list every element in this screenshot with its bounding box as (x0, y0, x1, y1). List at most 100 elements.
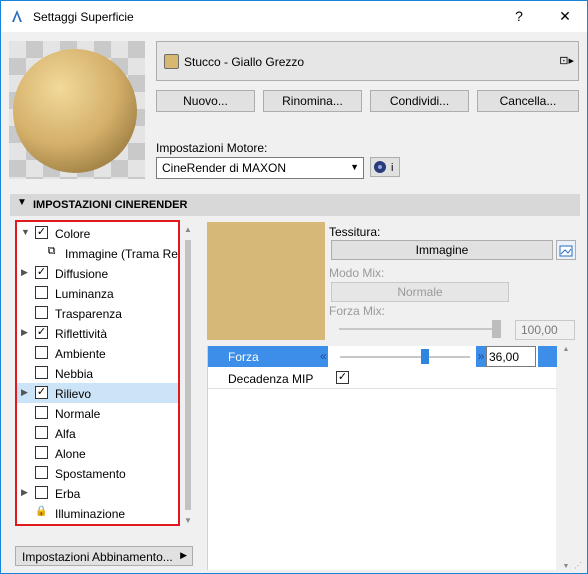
channel-row[interactable]: 🔒 Illuminazione (17, 503, 178, 523)
share-button[interactable]: Condividi... (370, 90, 469, 112)
channel-label: Riflettività (55, 327, 108, 341)
channel-row[interactable]: Alone (17, 443, 178, 463)
channel-row[interactable]: ▶ ✓ Rilievo (17, 383, 178, 403)
double-chevron-left-icon[interactable]: « (320, 349, 327, 363)
cinerender-settings-panel: ▼ ✓ Colore ⧉ Immagine (Trama Resa ▶ ✓ Diffusion… (10, 216, 580, 570)
channel-row[interactable]: ▼ ✓ Colore (17, 223, 178, 243)
window-title: Settaggi Superficie (33, 10, 134, 24)
rename-button[interactable]: Rinomina... (263, 90, 362, 112)
material-name-field[interactable]: Stucco - Giallo Grezzo ⊡▸ (156, 41, 579, 81)
channel-label: Illuminazione (55, 507, 126, 521)
chevron-right-icon[interactable]: ▶ (21, 267, 28, 278)
title-bar: Settaggi Superficie ? ✕ (1, 1, 587, 32)
channel-label: Rilievo (55, 387, 92, 401)
engine-value: CineRender di MAXON (162, 161, 287, 175)
channel-row[interactable]: Alfa (17, 423, 178, 443)
material-swatch (164, 54, 179, 69)
texture-browse-icon[interactable] (556, 240, 576, 260)
channel-row[interactable]: ▶ ✓ Diffusione (17, 263, 178, 283)
chevron-right-icon[interactable]: ▶ (21, 387, 28, 398)
section-header[interactable]: ▼ IMPOSTAZIONI CINERENDER (10, 194, 580, 216)
channel-row[interactable]: ⧉ Immagine (Trama Resa (17, 243, 178, 263)
channel-label: Luminanza (55, 287, 114, 301)
channel-label: Diffusione (55, 267, 109, 281)
new-button[interactable]: Nuovo... (156, 90, 255, 112)
channel-checkbox[interactable] (35, 346, 48, 359)
material-preview (9, 41, 145, 179)
forza-value-input[interactable]: 36,00 (486, 346, 536, 367)
help-button[interactable]: ? (501, 1, 537, 32)
channel-label: Alfa (55, 427, 76, 441)
channel-checkbox[interactable] (35, 286, 48, 299)
engine-label: Impostazioni Motore: (156, 141, 268, 155)
matching-settings-button[interactable]: Impostazioni Abbinamento... ▶ (15, 546, 193, 566)
chevron-right-icon[interactable]: ▶ (21, 327, 28, 338)
channel-label: Erba (55, 487, 81, 501)
param-row-mip[interactable]: Decadenza MIP ✓ (208, 368, 557, 389)
svg-text:i: i (391, 162, 393, 174)
channel-checkbox[interactable] (35, 306, 48, 319)
param-name-forza: Forza (208, 346, 328, 367)
forza-slider-track[interactable] (340, 356, 470, 358)
mix-strength-slider-track[interactable] (339, 328, 501, 330)
image-icon: ⧉ (47, 245, 56, 257)
channel-checkbox[interactable] (35, 446, 48, 459)
channel-checkbox[interactable]: ✓ (35, 266, 48, 279)
texture-label: Tessitura: (329, 225, 381, 239)
mix-mode-select[interactable]: Normale (331, 282, 509, 302)
scroll-down-icon[interactable]: ▼ (559, 563, 573, 570)
channel-checkbox[interactable] (35, 486, 48, 499)
delete-button[interactable]: Cancella... (477, 90, 579, 112)
scrollbar-thumb[interactable] (185, 240, 191, 510)
parameter-scrollbar[interactable]: ▲ ▼ (559, 346, 573, 570)
channel-row[interactable]: Trasparenza (17, 303, 178, 323)
channel-row[interactable]: Spostamento (17, 463, 178, 483)
texture-image-button[interactable]: Immagine (331, 240, 553, 260)
channel-checkbox[interactable] (35, 366, 48, 379)
engine-select[interactable]: CineRender di MAXON ▼ (156, 157, 364, 179)
chevron-right-icon[interactable]: ▶ (21, 487, 28, 498)
scroll-up-icon[interactable]: ▲ (559, 346, 573, 353)
channel-row[interactable]: Luminanza (17, 283, 178, 303)
mix-mode-label: Modo Mix: (329, 266, 385, 280)
channel-label: Nebbia (55, 367, 94, 381)
param-row-highlight (538, 346, 557, 367)
stucco-texture-image (207, 222, 325, 340)
forza-slider-thumb[interactable] (420, 349, 429, 364)
section-title: IMPOSTAZIONI CINERENDER (33, 199, 188, 211)
channel-checkbox[interactable]: ✓ (35, 226, 48, 239)
channel-row[interactable]: ▶ Erba (17, 483, 178, 503)
cinema4d-info-icon: i (374, 161, 393, 174)
channel-row[interactable]: Ambiente (17, 343, 178, 363)
mix-strength-value[interactable]: 100,00 (515, 320, 575, 340)
collapse-arrow-icon: ▼ (17, 197, 27, 208)
mix-strength-slider-thumb[interactable] (492, 320, 501, 338)
engine-info-button[interactable]: i (370, 157, 400, 177)
channel-row[interactable]: Normale (17, 403, 178, 423)
material-picker-icon[interactable]: ⊡▸ (559, 54, 574, 67)
channel-label: Immagine (Trama Resa (65, 247, 180, 261)
channel-checkbox[interactable] (35, 426, 48, 439)
channel-checkbox[interactable] (35, 466, 48, 479)
double-chevron-right-icon[interactable]: » (476, 346, 486, 367)
surface-settings-dialog: Settaggi Superficie ? ✕ Stucco - Giallo … (0, 0, 588, 574)
channel-row[interactable]: Nebbia (17, 363, 178, 383)
channel-label: Colore (55, 227, 91, 241)
scroll-up-icon[interactable]: ▲ (184, 225, 192, 234)
param-row-forza[interactable]: Forza « » 36,00 (208, 346, 557, 367)
channel-label: Spostamento (55, 467, 126, 481)
channel-label: Trasparenza (55, 307, 122, 321)
parameter-grid: Forza « » 36,00 Decadenza MIP ✓ (207, 346, 557, 570)
scroll-down-icon[interactable]: ▼ (184, 516, 192, 525)
channel-label: Normale (55, 407, 101, 421)
channel-checkbox[interactable] (35, 406, 48, 419)
resize-grip-icon[interactable]: ⋰ (574, 561, 582, 570)
matching-settings-label: Impostazioni Abbinamento... (22, 550, 173, 564)
channel-checkbox[interactable]: ✓ (35, 326, 48, 339)
channel-checkbox[interactable]: ✓ (35, 386, 48, 399)
chevron-down-icon[interactable]: ▼ (21, 227, 30, 237)
close-button[interactable]: ✕ (543, 1, 587, 32)
channel-row[interactable]: ▶ ✓ Riflettività (17, 323, 178, 343)
param-name-mip: Decadenza MIP (228, 372, 314, 386)
mip-checkbox[interactable]: ✓ (336, 371, 349, 384)
